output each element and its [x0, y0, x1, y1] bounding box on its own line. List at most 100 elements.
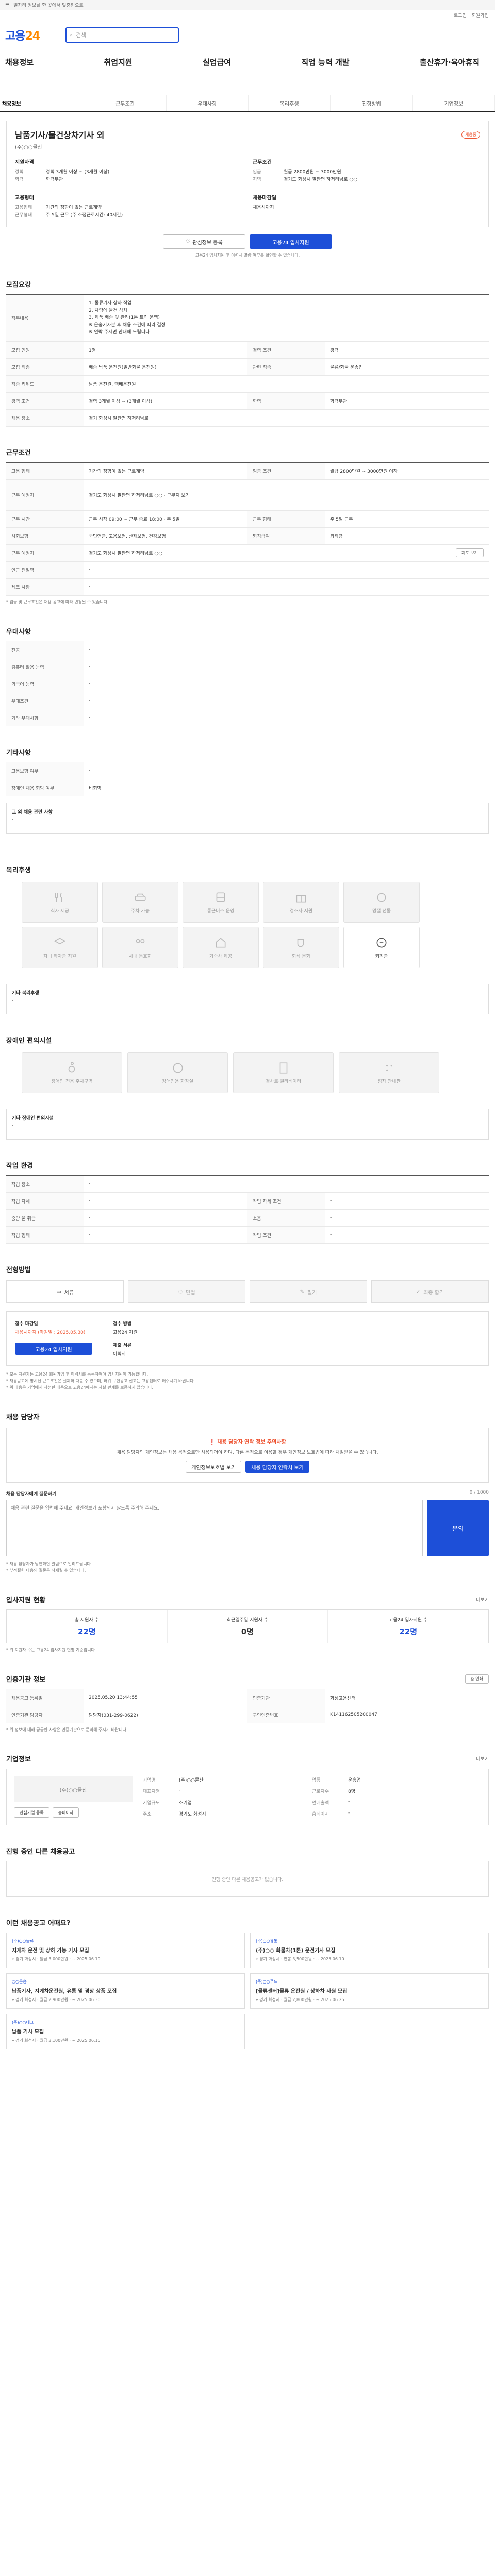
nav-parental-leave[interactable]: 출산휴가·육아휴직 [420, 57, 480, 67]
rec-card[interactable]: (주)○○유통 (주)○○ 화물차(1톤) 운전기사 모집 ⌖ 경기 화성시 ·… [250, 1933, 489, 1968]
pin-icon: ⌖ [12, 1957, 14, 1961]
meal-icon [55, 892, 62, 902]
welfare-meal: 식사 제공 [22, 882, 98, 923]
step-written: ✎ 필기 [250, 1280, 367, 1303]
toilet-icon [173, 1063, 183, 1073]
recruit-row: 경력 조건 경력 3개월 이상 ~ (3개월 이상) 학력 학력무관 [6, 393, 489, 410]
company-box: (주)○○물산 관심기업 등록 홈페이지 기업명 (주)○○물산 업종 운송업 대표자… [6, 1769, 489, 1825]
tab-company[interactable]: 기업정보 [413, 95, 495, 111]
tab-recruit-info[interactable]: 채용정보 [0, 95, 85, 111]
related-section: 진행 중인 다른 채용공고 진행 중인 다른 채용공고가 없습니다. [0, 1846, 495, 1897]
company-scrap-button[interactable]: 관심기업 등록 [14, 1807, 50, 1818]
company-more-link[interactable]: 더보기 [476, 1755, 489, 1762]
work-row: 근무 예정지 경기도 화성시 팔탄면 하저리남로 ○○ 지도 보기 [6, 545, 489, 562]
work-row: 인근 전철역 - [6, 562, 489, 579]
pref-row: 외국어 능력 - [6, 675, 489, 692]
rec-card[interactable]: ○○운송 납품기사, 지게차운전원, 유통 및 경상 상품 모집 ⌖ 경기 화성… [6, 1973, 245, 2009]
workenv-row: 중량 물 취급 - 소음 - [6, 1210, 489, 1227]
other-extra-box: 그 외 채용 관련 사항 - [6, 803, 489, 834]
car-icon [135, 893, 146, 901]
rec-heading: 이런 채용공고 어때요? [6, 1920, 71, 1927]
step-final: ✓ 최종 합격 [371, 1280, 489, 1303]
recruit-row: 모집 인원 1명 경력 조건 경력 [6, 342, 489, 359]
welfare-bus: 통근버스 운영 [183, 882, 259, 923]
company-name[interactable]: (주)○○물산 [15, 143, 480, 150]
req-heading: 지원자격 [15, 160, 34, 165]
nav-unemployment-benefit[interactable]: 실업급여 [203, 57, 231, 67]
contact-note: * 부적절한 내용의 질문은 삭제될 수 있습니다. [6, 1568, 86, 1573]
nav-employment-support[interactable]: 취업지원 [104, 57, 132, 67]
deadline-value: 채용시까지 [253, 205, 274, 210]
ask-submit-button[interactable]: 문의 [427, 1500, 489, 1556]
info-note: * 위 정보에 대해 궁금한 사항은 인증기관으로 문의해 주시기 바랍니다. [6, 1727, 128, 1732]
stat-total: 총 지원자 수 22명 [74, 1618, 99, 1636]
school-icon [54, 937, 66, 944]
tab-preferences[interactable]: 우대사항 [167, 95, 249, 111]
ask-textarea[interactable] [6, 1500, 423, 1556]
recruit-section: 모집요강 직무내용 1. 물류기사 상하 작업 2. 차량에 물건 상차 3. 제품… [0, 279, 495, 427]
info-row: 인증기관 담당자 담당자(031-299-0622) 구인인증번호 K14116250… [6, 1706, 489, 1723]
doc-icon: ▭ [56, 1289, 61, 1295]
search-box[interactable]: ⌕ 검색 [65, 27, 179, 43]
cond-heading: 근무조건 [253, 160, 272, 165]
tab-process[interactable]: 전형방법 [331, 95, 413, 111]
recruit-row: 직종 키워드 남품 운전원, 택배운전원 [6, 376, 489, 393]
type-work: 근무형태 주 5일 근무 (주 소정근로시간: 40시간) [15, 213, 123, 218]
welfare-severance: 퇴직금 [343, 927, 420, 968]
site-logo[interactable]: 고용24 [5, 27, 40, 43]
welfare-club: 사내 동호회 [102, 927, 178, 968]
pref-row: 전공 - [6, 641, 489, 658]
cond-wage: 임금 월급 2800만원 ~ 3000만원 [253, 170, 341, 175]
type-heading: 고용형태 [15, 195, 34, 201]
job-title: 남품기사/물건상차기사 외 [15, 130, 105, 140]
welfare-section: 복리후생 식사 제공 주차 가능 통근버스 운영 경조사 지원 명절 선물 자녀… [0, 865, 495, 1014]
stats-more-link[interactable]: 더보기 [476, 1596, 489, 1603]
join-link[interactable]: 회원가입 [472, 12, 489, 19]
step-interview: ◌ 면접 [128, 1280, 245, 1303]
company-section: 기업정보 더보기 (주)○○물산 관심기업 등록 홈페이지 기업명 (주)○○물산… [0, 1754, 495, 1825]
search-icon: ⌕ [70, 31, 73, 38]
welfare-dining: 회식 문화 [263, 927, 339, 968]
homepage-button[interactable]: 홈페이지 [52, 1807, 79, 1818]
nav-recruit[interactable]: 채용정보 [5, 57, 34, 67]
related-empty: 진행 중인 다른 채용공고가 없습니다. [6, 1861, 489, 1897]
process-note: * 모든 지원자는 고용24 회원가입 후 이력서를 등록하여야 입사지원이 가… [6, 1372, 148, 1377]
gift-icon [296, 895, 306, 902]
pref-row: 컴퓨터 활용 능력 - [6, 658, 489, 675]
present-icon [377, 893, 386, 902]
tab-welfare[interactable]: 복리후생 [249, 95, 331, 111]
process-section: 전형방법 ▭ 서류 ◌ 면접 ✎ 필기 ✓ 최종 합격 접수 마감일 채용시까지 (마감… [0, 1264, 495, 1391]
work-note: * 임금 및 근무조건은 채용 공고에 따라 변경될 수 있습니다. [6, 600, 109, 604]
process-apply-button[interactable]: 고용24 입사지원 [15, 1343, 92, 1355]
login-link[interactable]: 로그인 [454, 12, 467, 19]
related-heading: 진행 중인 다른 채용공고 [6, 1848, 75, 1856]
tab-work-conditions[interactable]: 근무조건 [84, 95, 167, 111]
coin-icon [376, 938, 387, 947]
other-row: 고용보험 여부 - [6, 762, 489, 779]
map-button[interactable]: 지도 보기 [456, 548, 484, 557]
cond-location: 지역 경기도 화성시 팔탄면 하저리남로 ○○ [253, 177, 358, 182]
print-button[interactable]: ⎙ 인쇄 [465, 1674, 489, 1684]
privacy-law-button[interactable]: 개인정보보호법 보기 [186, 1461, 242, 1473]
rec-card[interactable]: (주)○○물류 지게차 운전 및 상하 가능 기사 모집 ⌖ 경기 화성시 · … [6, 1933, 245, 1968]
recruit-row: 채용 장소 경기 화성시 팔탄면 하저리남로 [6, 410, 489, 427]
facility-braille: 점자 안내판 [339, 1052, 439, 1093]
pencil-icon: ✎ [300, 1289, 304, 1295]
nav-vocational-training[interactable]: 직업 능력 개발 [301, 57, 349, 67]
welfare-etc-box: 기타 복리후생 - [6, 984, 489, 1014]
rec-card[interactable]: (주)○○테크 납품 기사 모집 ⌖ 경기 화성시 · 월급 3,100만원 ·… [6, 2014, 245, 2049]
status-badge: 채용중 [461, 130, 480, 139]
disabled-section: 장애인 편의시설 장애인 전용 주차구역 장애인용 화장실 경사로·엘리베이터 … [0, 1035, 495, 1140]
company-logo: (주)○○물산 [14, 1776, 133, 1802]
company-heading: 기업정보 [6, 1756, 31, 1764]
apply-button[interactable]: 고용24 입사지원 [250, 234, 332, 249]
house-icon [216, 937, 226, 947]
process-heading: 전형방법 [6, 1266, 31, 1274]
print-icon: ⎙ [470, 1676, 474, 1681]
ask-label: 채용 담당자에게 질문하기 [6, 1492, 57, 1497]
rec-card[interactable]: (주)○○푸드 [물류센터]물류 운전원 / 상하차 사원 모집 ⌖ 경기 화성… [250, 1973, 489, 2009]
scrap-button[interactable]: ♡ 관심정보 등록 [163, 234, 245, 249]
workenv-section: 작업 환경 작업 장소 - 작업 자세 - 작업 자세 조건 - 중량 물 취급 - 소음 -… [0, 1160, 495, 1244]
show-contact-button[interactable]: 채용 담당자 연락처 보기 [245, 1461, 309, 1473]
menu-icon[interactable]: ☰ [5, 3, 9, 8]
